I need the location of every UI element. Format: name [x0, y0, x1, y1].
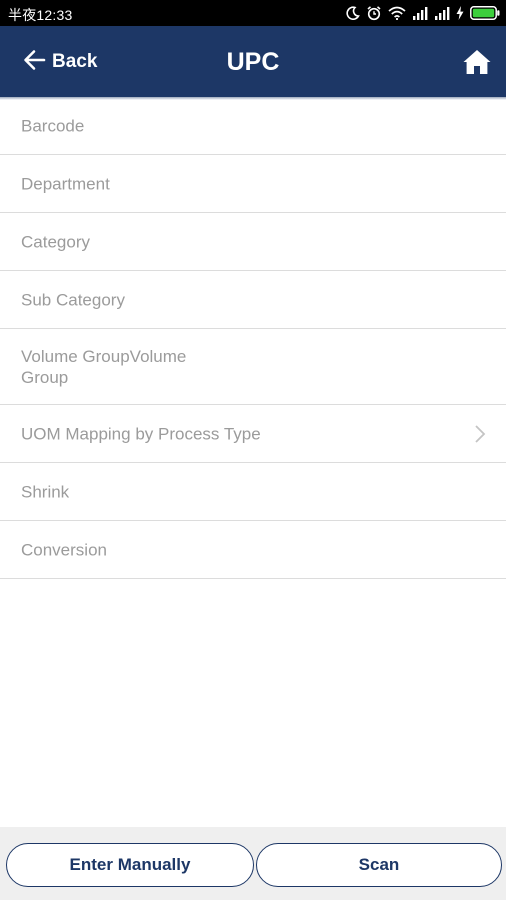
signal-icon	[412, 6, 428, 20]
bottom-action-bar: Enter Manually Scan	[0, 827, 506, 900]
list-item-label: Volume GroupVolume Group	[21, 346, 187, 387]
home-icon	[462, 50, 492, 80]
status-icons	[346, 4, 500, 22]
list-item-label: Department	[21, 174, 110, 193]
list-item-barcode[interactable]: Barcode	[0, 97, 506, 155]
moon-icon	[346, 6, 360, 20]
status-time: 半夜12:33	[8, 7, 73, 23]
list-item-department[interactable]: Department	[0, 155, 506, 213]
battery-icon	[470, 6, 500, 20]
list-item-label: Conversion	[21, 540, 107, 559]
header-bar: Back UPC	[0, 26, 506, 97]
alarm-icon	[366, 5, 382, 21]
status-bar: 半夜12:33	[0, 0, 506, 26]
scan-button[interactable]: Scan	[256, 843, 502, 887]
list-item-category[interactable]: Category	[0, 213, 506, 271]
list-item-label: Barcode	[21, 116, 85, 135]
home-button[interactable]	[462, 48, 492, 76]
menu-list: Barcode Department Category Sub Category…	[0, 97, 506, 579]
list-item-conversion[interactable]: Conversion	[0, 521, 506, 579]
list-item-label: Sub Category	[21, 290, 125, 309]
list-item-label: UOM Mapping by Process Type	[21, 424, 261, 443]
list-item-sub-category[interactable]: Sub Category	[0, 271, 506, 329]
wifi-icon	[388, 6, 406, 20]
charging-icon	[456, 6, 464, 20]
list-item-volume-group[interactable]: Volume GroupVolume Group	[0, 329, 506, 405]
list-item-label: Shrink	[21, 482, 70, 501]
enter-manually-button[interactable]: Enter Manually	[6, 843, 254, 887]
list-item-shrink[interactable]: Shrink	[0, 463, 506, 521]
page-title: UPC	[226, 48, 280, 76]
chevron-right-icon	[474, 424, 486, 444]
list-item-uom-mapping[interactable]: UOM Mapping by Process Type	[0, 405, 506, 463]
list-item-label: Category	[21, 232, 90, 251]
signal-icon	[434, 6, 450, 20]
